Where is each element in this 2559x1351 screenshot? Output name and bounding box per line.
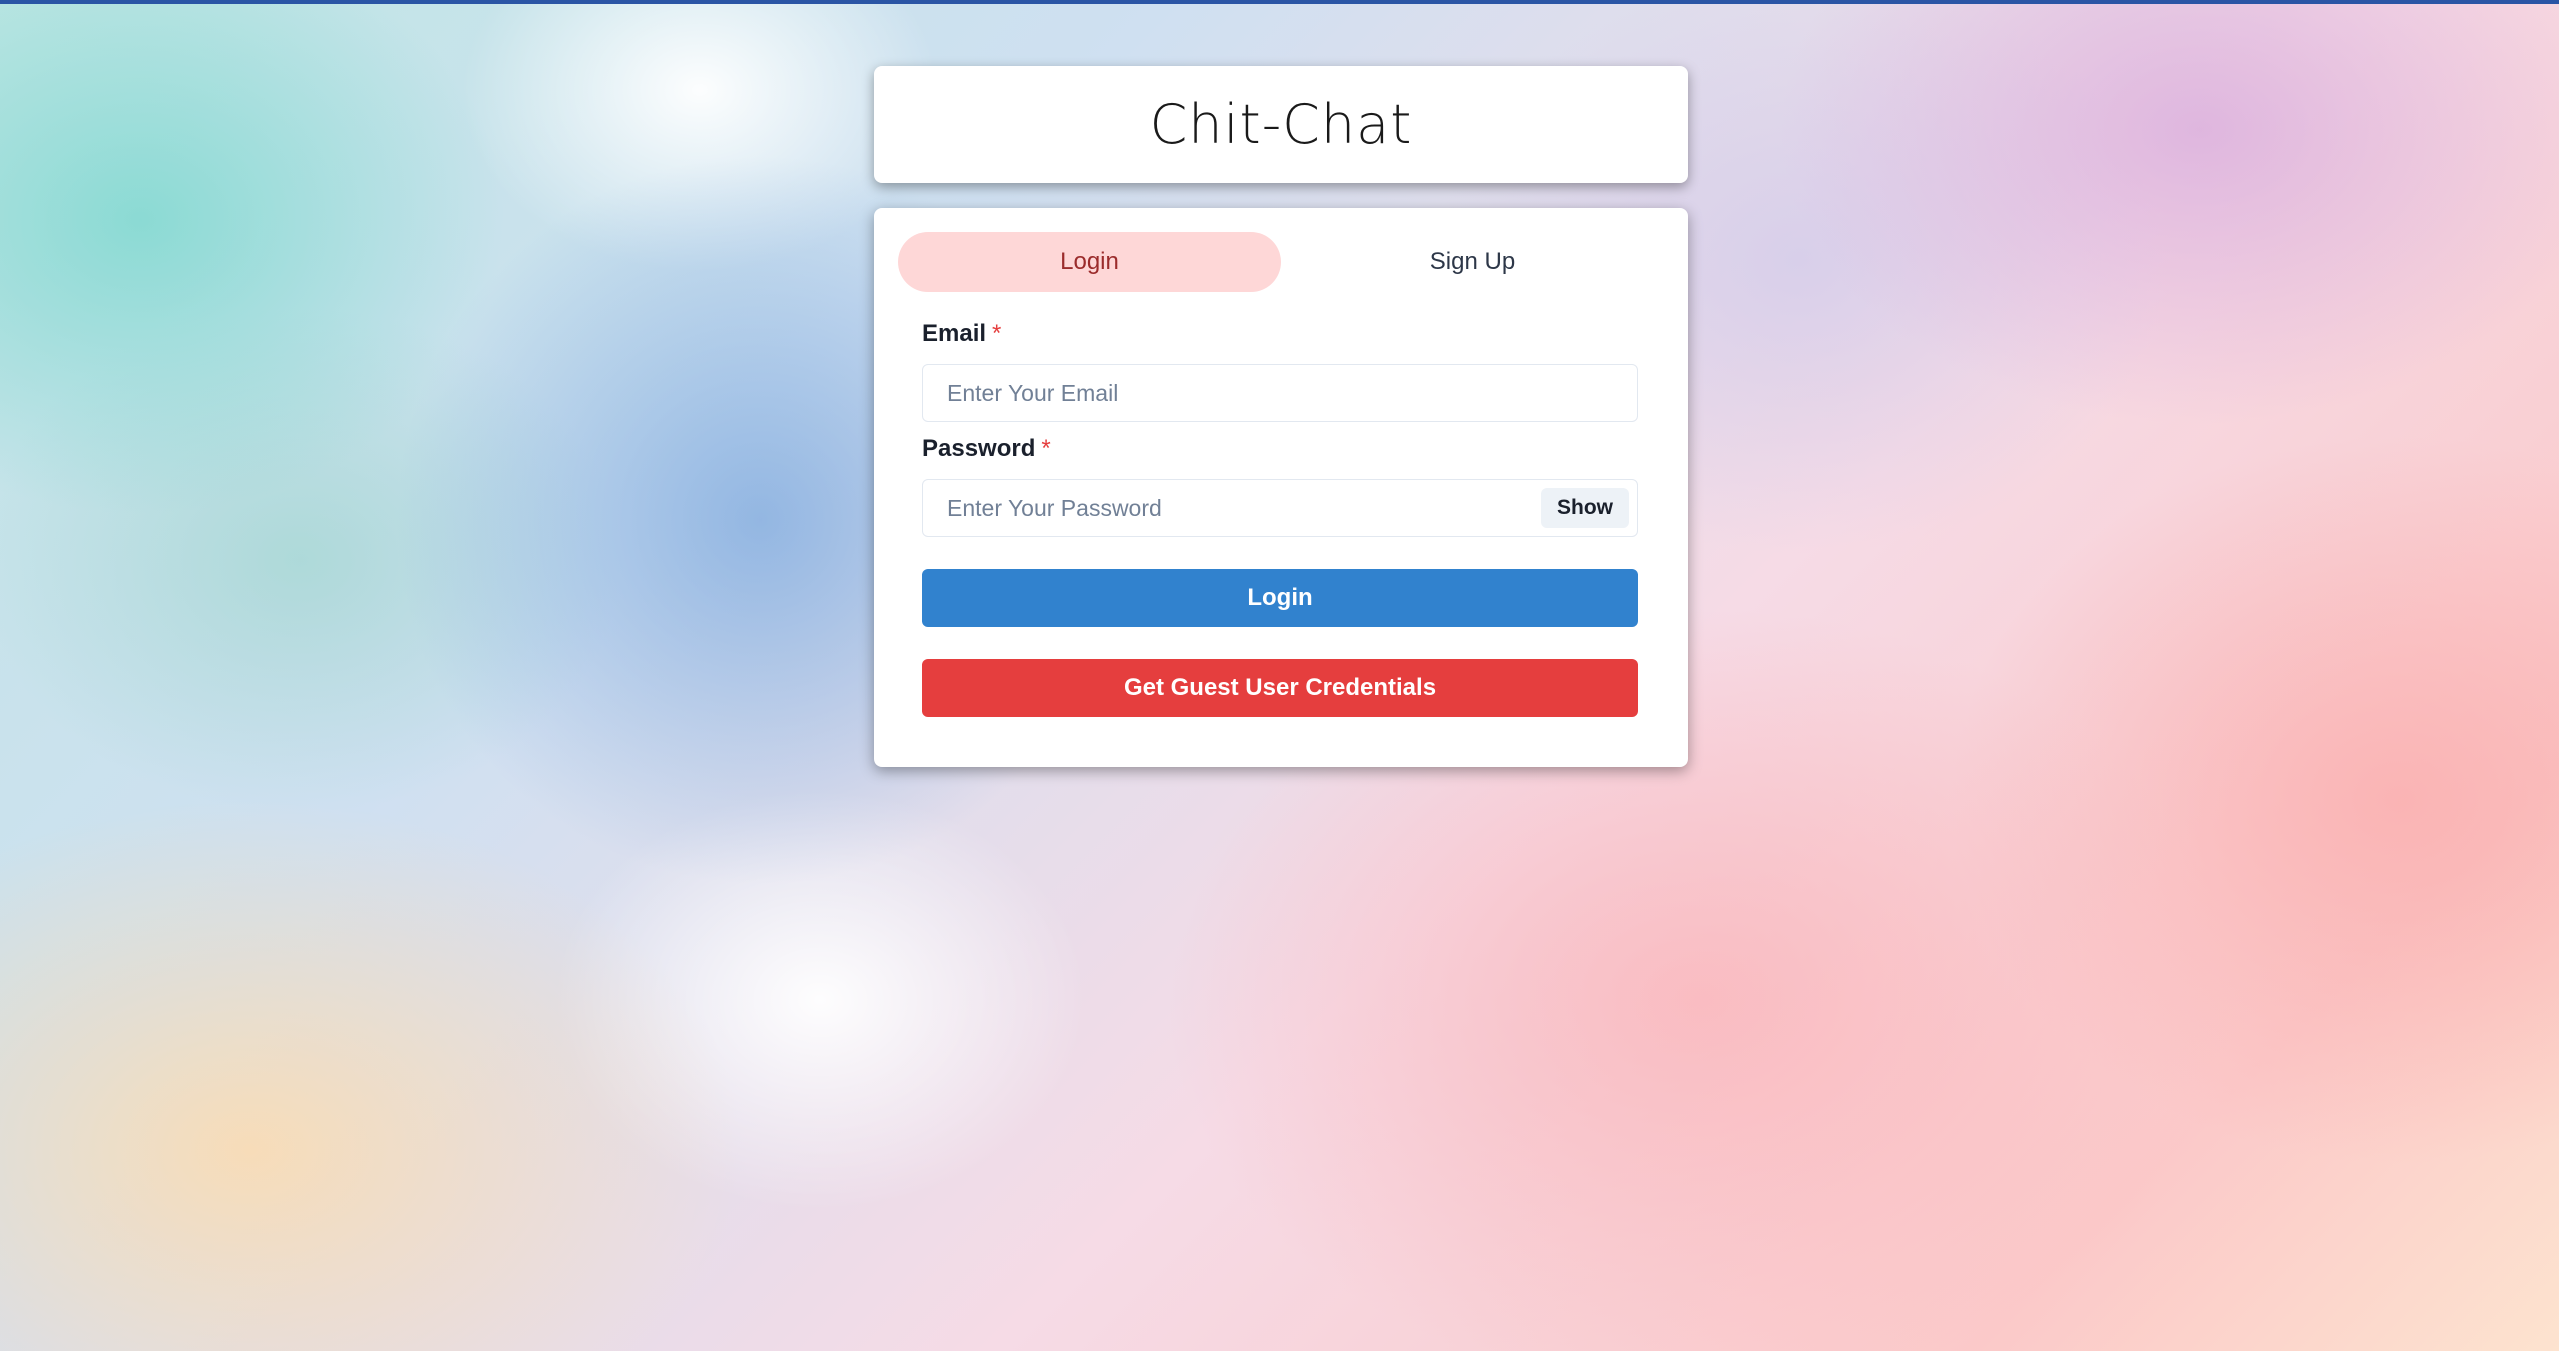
app-header-card: Chit-Chat	[874, 66, 1688, 183]
password-label-text: Password	[922, 435, 1036, 462]
tab-sign-up[interactable]: Sign Up	[1281, 232, 1664, 292]
password-field[interactable]	[923, 480, 1637, 536]
email-label-text: Email	[922, 320, 987, 347]
top-accent-bar	[0, 0, 2559, 4]
password-field-box: Show	[922, 479, 1638, 537]
password-required-mark: *	[1041, 435, 1051, 462]
email-label: Email *	[922, 320, 1001, 348]
password-label: Password *	[922, 435, 1051, 463]
auth-card: Login Sign Up Email* Password* Show Logi…	[874, 208, 1688, 767]
show-password-button[interactable]: Show	[1541, 488, 1629, 528]
email-required-mark: *	[992, 320, 1002, 347]
login-button[interactable]: Login	[922, 569, 1638, 627]
tab-login[interactable]: Login	[898, 232, 1281, 292]
email-field-box	[922, 364, 1638, 422]
app-title: Chit-Chat	[1149, 93, 1413, 156]
guest-credentials-button[interactable]: Get Guest User Credentials	[922, 659, 1638, 717]
auth-tabs: Login Sign Up	[898, 232, 1664, 292]
email-field[interactable]	[923, 365, 1637, 421]
